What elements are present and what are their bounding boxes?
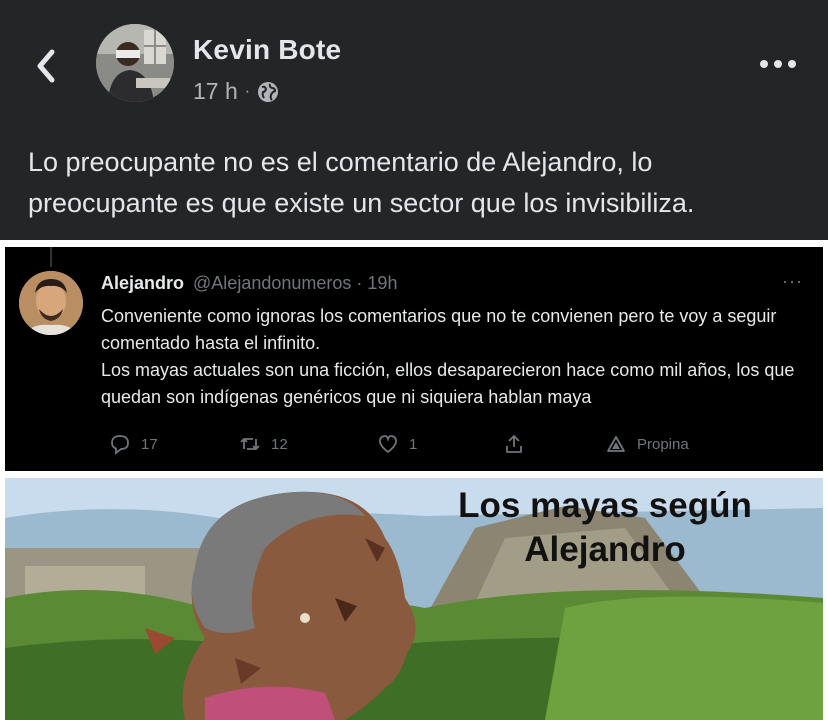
reply-icon: [111, 435, 129, 455]
meme-caption: Los mayas según Alejandro: [425, 484, 785, 572]
author-avatar[interactable]: [96, 24, 174, 102]
retweet-icon: [240, 438, 260, 450]
tweet-share: [503, 433, 525, 455]
like-count: 1: [409, 435, 418, 453]
post-timestamp[interactable]: 17 h: [193, 78, 238, 105]
tweet-handle: @Alejandonumeros: [193, 273, 352, 293]
more-options-button[interactable]: [758, 54, 798, 74]
share-icon: [506, 435, 522, 453]
meta-separator: ·: [244, 82, 251, 100]
post-header: Kevin Bote 17 h ·: [0, 0, 828, 130]
globe-icon: [258, 81, 279, 102]
tweet-body: Conveniente como ignoras los comentarios…: [101, 303, 811, 411]
tweet-actions: 17 12 1 Propina: [101, 433, 801, 459]
post-text: Lo preocupante no es el comentario de Al…: [28, 147, 695, 218]
tweet-avatar: [19, 271, 83, 335]
author-name[interactable]: Kevin Bote: [193, 34, 341, 66]
tweet-more-icon: ···: [782, 271, 803, 291]
tweet-header: Alejandro @Alejandonumeros · 19h: [101, 273, 397, 294]
tweet-paragraph: Los mayas actuales son una ficción, ello…: [101, 360, 795, 407]
meme-caption-line: Alejandro: [524, 530, 686, 569]
back-button[interactable]: [30, 44, 64, 88]
retweet-count: 12: [271, 435, 288, 453]
tweet-author-name: Alejandro: [101, 273, 185, 293]
tweet-tip: Propina: [605, 433, 689, 455]
tweet-time: · 19h: [356, 273, 398, 293]
post-image[interactable]: Alejandro @Alejandonumeros · 19h ··· Con…: [0, 240, 828, 720]
chevron-left-icon: [37, 49, 55, 83]
post-meta: 17 h ·: [193, 78, 279, 105]
meme-caption-line: Los mayas según: [458, 486, 752, 525]
tip-label: Propina: [637, 435, 689, 453]
reply-count: 17: [141, 435, 158, 453]
tweet-reply: 17: [109, 433, 158, 455]
tweet-screenshot: Alejandro @Alejandonumeros · 19h ··· Con…: [5, 247, 823, 471]
tweet-like: 1: [377, 433, 417, 455]
tip-icon: [607, 436, 625, 452]
meme-image: Los mayas según Alejandro: [5, 478, 823, 720]
tweet-paragraph: Conveniente como ignoras los comentarios…: [101, 306, 777, 353]
tweet-retweet: 12: [239, 433, 288, 455]
thread-line: [50, 247, 52, 267]
ellipsis-icon: [760, 60, 796, 68]
heart-icon: [379, 435, 397, 454]
